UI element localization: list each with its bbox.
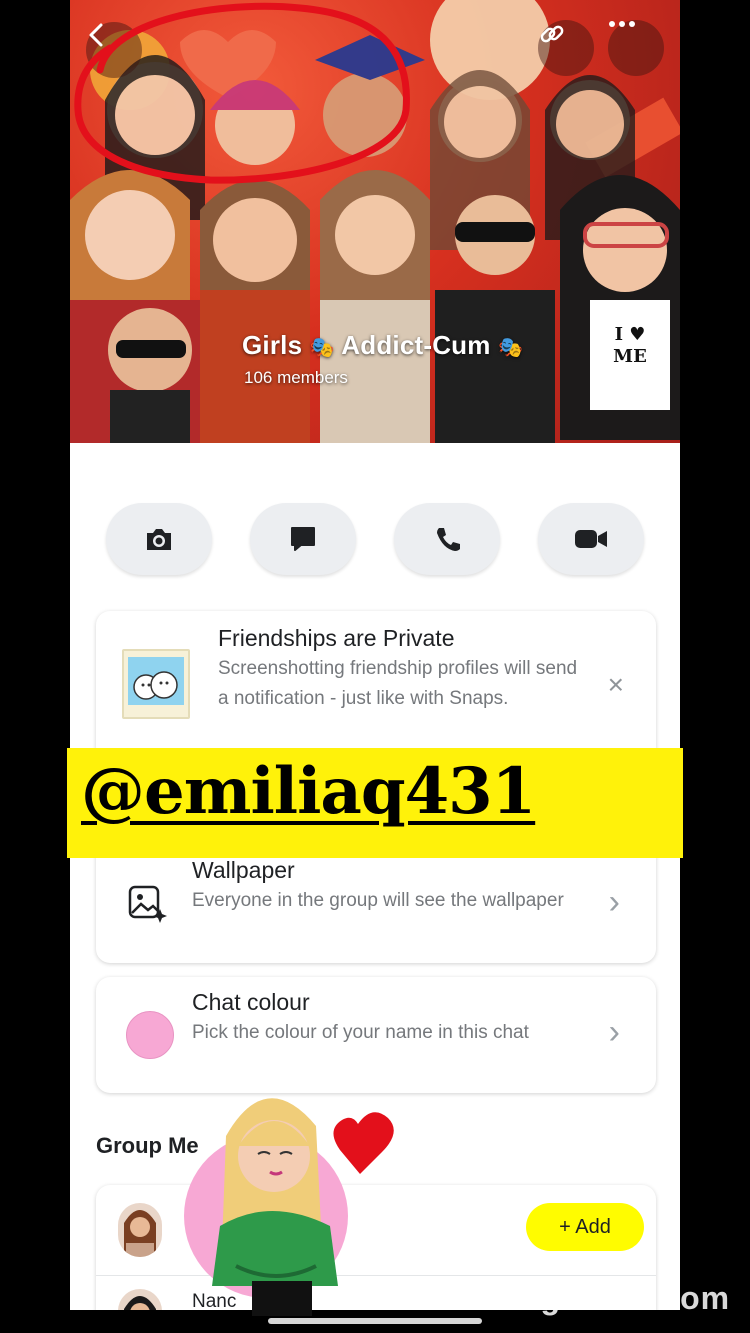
close-icon[interactable]: × [608,669,624,701]
bitmoji-group-illustration: I ♥ ME [70,0,680,443]
wallpaper-title: Wallpaper [192,857,295,883]
privacy-text: Friendships are Private Screenshotting f… [218,625,588,714]
avatar [118,1203,162,1257]
theater-emoji-2: 🎭 [498,337,524,359]
member-count: 106 members [244,368,348,387]
link-icon [540,25,564,43]
username-overlay-banner: @emiliaq431 [67,748,683,858]
home-indicator[interactable] [268,1318,482,1324]
wallpaper-subtitle: Everyone in the group will see the wallp… [192,890,564,911]
theater-emoji: 🎭 [309,337,335,359]
phone-button[interactable] [394,503,500,575]
group-name-part1: Girls [242,330,303,360]
chat-colour-swatch [126,1011,174,1059]
chat-colour-subtitle: Pick the colour of your name in this cha… [192,1022,529,1043]
shirt-text-top: I ♥ [615,324,646,345]
action-buttons-row [106,503,644,575]
username-handle: @emiliaq431 [81,754,536,829]
video-icon [575,530,607,548]
wallpaper-text: Wallpaper Everyone in the group will see… [192,857,572,916]
back-button[interactable] [86,22,142,78]
chevron-right-icon: › [608,1013,620,1051]
bitmoji-heart-sticker [184,1098,394,1316]
chat-colour-title: Chat colour [192,989,310,1015]
chat-button[interactable] [250,503,356,575]
privacy-subtitle: Screenshotting friendship profiles will … [218,658,578,709]
add-member-button[interactable]: + Add [526,1203,644,1251]
chevron-left-icon [89,23,103,47]
camera-icon [147,529,171,550]
shirt-text-bottom: ME [613,346,647,367]
friendships-private-card: Friendships are Private Screenshotting f… [96,611,656,761]
video-call-button[interactable] [538,503,644,575]
group-name-part2: Addict-Cum [341,330,491,360]
chevron-right-icon: › [608,883,620,921]
chat-icon [291,527,315,551]
group-name: Girls 🎭 Addict-Cum 🎭 [242,330,523,361]
wallpaper-icon [128,885,167,923]
phone-icon [437,528,460,551]
privacy-title: Friendships are Private [218,625,455,651]
avatar [118,1289,162,1310]
watermark-text: ngFinds com [520,1280,731,1316]
more-icon [609,21,635,27]
camera-button[interactable] [106,503,212,575]
group-header-banner: I ♥ ME Girls 🎭 Addict-Cum 🎭 106 members [70,0,680,443]
more-options-button[interactable] [608,20,664,76]
share-link-button[interactable] [538,20,594,76]
wallpaper-row[interactable]: Wallpaper Everyone in the group will see… [96,841,656,963]
snapshot-illustration [122,649,190,719]
chat-colour-text: Chat colour Pick the colour of your name… [192,989,572,1048]
